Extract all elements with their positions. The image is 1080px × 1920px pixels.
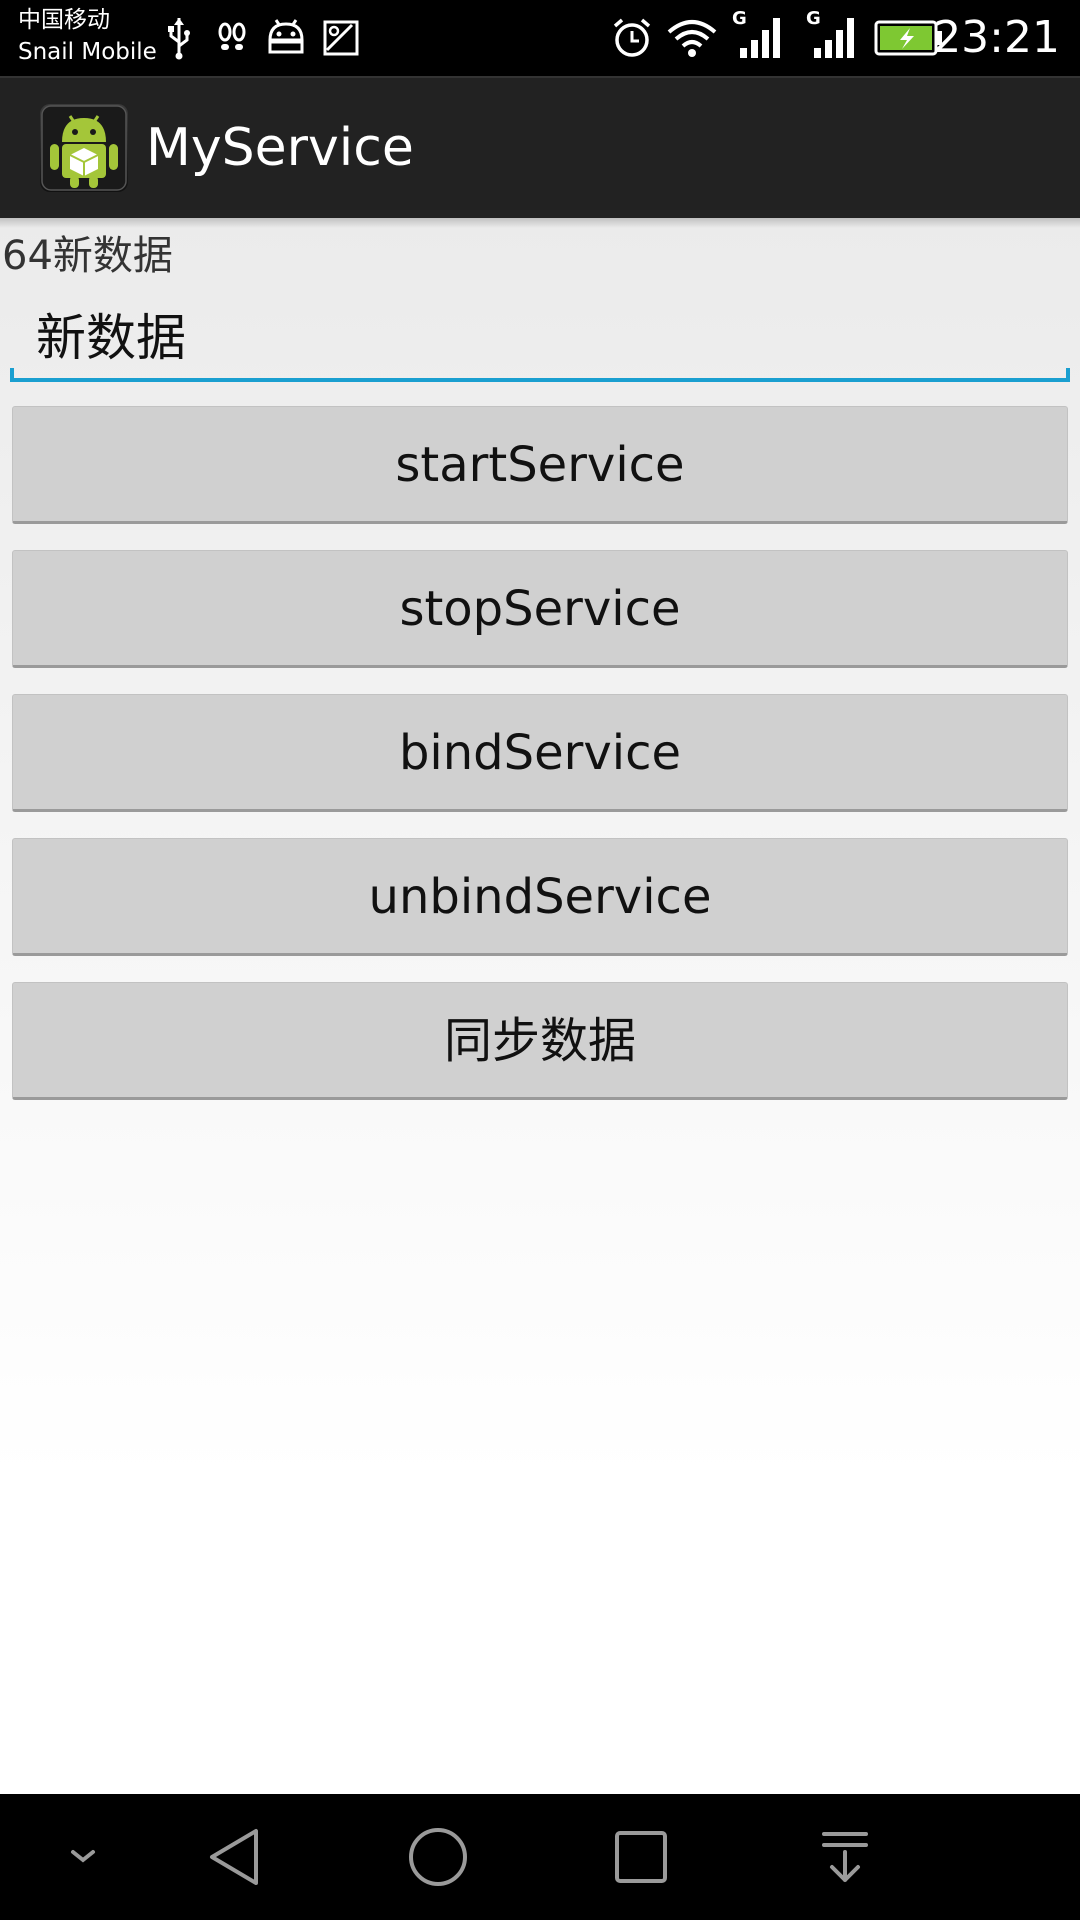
network-type-label: G — [732, 8, 747, 29]
usb-icon — [166, 16, 192, 60]
home-icon[interactable] — [403, 1822, 473, 1892]
chevron-down-icon[interactable] — [48, 1822, 118, 1892]
navigation-bar — [0, 1794, 1080, 1920]
notification-pull-icon[interactable] — [810, 1822, 880, 1892]
alarm-icon — [610, 16, 654, 60]
carrier-line-2: Snail Mobile — [18, 39, 157, 65]
footprints-icon — [216, 16, 248, 60]
android-debug-icon — [266, 16, 306, 60]
data-input-underline — [10, 368, 1070, 382]
status-clock: 23:21 — [933, 12, 1060, 63]
carrier-label: 中国移动 Snail Mobile — [18, 4, 168, 68]
android-app-icon[interactable] — [40, 104, 128, 192]
wifi-icon — [666, 16, 718, 60]
app-title: MyService — [146, 118, 414, 178]
data-input[interactable]: 新数据 — [10, 296, 1070, 382]
status-bar: 中国移动 Snail Mobile G G 23:21 — [0, 0, 1080, 76]
data-input-value: 新数据 — [36, 309, 186, 367]
main-content: 64新数据 新数据 startService stopService bindS… — [0, 218, 1080, 1794]
bind-service-button[interactable]: bindService — [12, 694, 1068, 812]
unbind-service-button[interactable]: unbindService — [12, 838, 1068, 956]
back-icon[interactable] — [200, 1822, 270, 1892]
stop-service-button[interactable]: stopService — [12, 550, 1068, 668]
action-bar: MyService — [0, 76, 1080, 218]
recents-icon[interactable] — [606, 1822, 676, 1892]
image-icon — [322, 16, 360, 60]
data-label: 64新数据 — [2, 233, 173, 279]
network-type-label: G — [806, 8, 821, 29]
start-service-button[interactable]: startService — [12, 406, 1068, 524]
carrier-line-1: 中国移动 — [18, 7, 110, 33]
sync-data-button[interactable]: 同步数据 — [12, 982, 1068, 1100]
